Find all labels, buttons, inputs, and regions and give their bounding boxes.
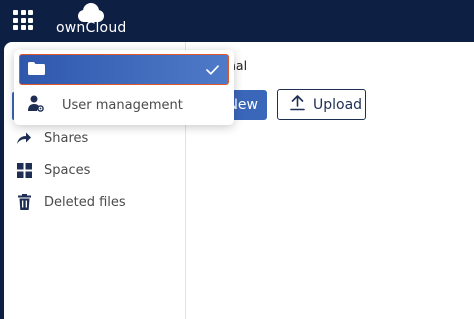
sidebar-item-deleted-files[interactable]: Deleted files <box>16 190 126 214</box>
dropdown-item-label: User management <box>62 97 183 113</box>
sidebar-item-label: Shares <box>44 130 89 146</box>
sidebar-item-label: Deleted files <box>44 194 126 210</box>
user-settings-icon <box>28 95 44 116</box>
grid-icon <box>16 162 32 178</box>
dropdown-item-user-management[interactable]: User management <box>28 93 183 117</box>
upload-button[interactable]: Upload <box>277 89 366 120</box>
top-bar: ownCloud <box>0 0 474 42</box>
brand-logo[interactable]: ownCloud <box>56 3 126 39</box>
upload-button-label: Upload <box>313 96 363 113</box>
sidebar-item-shares[interactable]: Shares <box>16 126 88 150</box>
upload-icon <box>290 94 305 115</box>
sidebar-item-spaces[interactable]: Spaces <box>16 158 90 182</box>
share-arrow-icon <box>16 130 32 146</box>
brand-name: ownCloud <box>56 20 127 36</box>
dropdown-item-files[interactable] <box>19 54 229 85</box>
folder-icon <box>28 60 45 79</box>
sidebar-item-label: Spaces <box>44 162 91 178</box>
checkmark-icon <box>206 60 219 79</box>
app-switcher-grid-icon[interactable] <box>13 10 33 30</box>
app-dropdown-menu: User management <box>14 50 234 125</box>
trash-icon <box>16 194 32 210</box>
